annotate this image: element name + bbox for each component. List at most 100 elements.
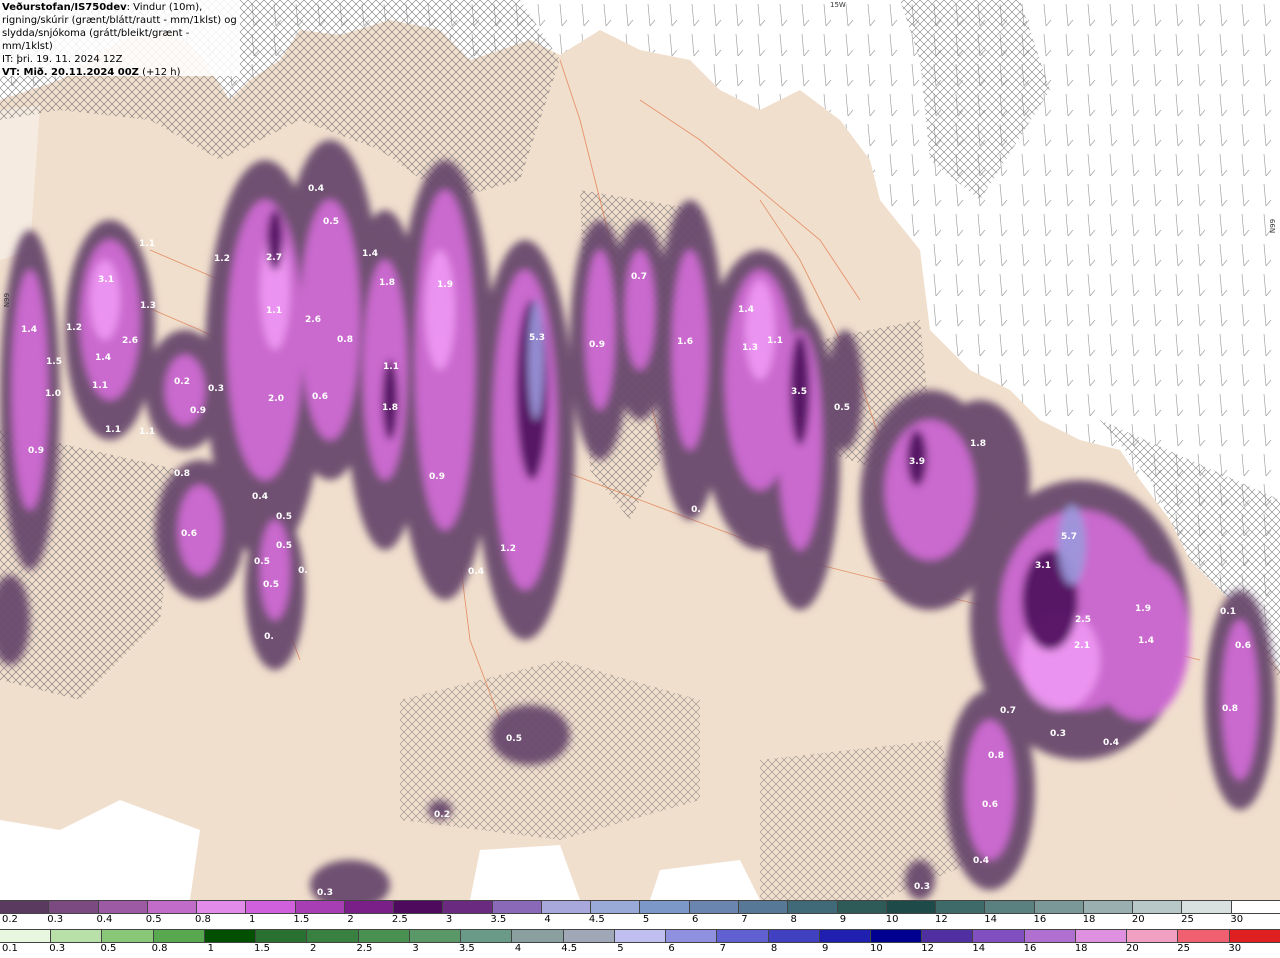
legend-tick-label: 12 bbox=[921, 943, 934, 954]
legend-tick-label: 12 bbox=[935, 914, 948, 925]
legend-swatch bbox=[102, 930, 154, 942]
precip-value-label: 1.8 bbox=[970, 439, 986, 449]
precip-value-label: 2.7 bbox=[266, 253, 282, 263]
precip-value-label: 1.2 bbox=[66, 323, 82, 333]
precip-value-label: 1.9 bbox=[437, 280, 453, 290]
map-header: Veðurstofan/IS750dev: Vindur (10m), rign… bbox=[0, 0, 240, 78]
legend-tick-label: 0.1 bbox=[2, 943, 18, 954]
legend-tick-label: 2.5 bbox=[391, 914, 408, 925]
legend-tick-label: 30 bbox=[1230, 914, 1244, 925]
precip-value-label: 1.1 bbox=[266, 306, 282, 316]
precip-value-label: 0.4 bbox=[973, 856, 989, 866]
legend-swatch bbox=[886, 901, 937, 913]
precip-value-label: 1.9 bbox=[1135, 604, 1151, 614]
precip-value-label: 0.5 bbox=[506, 734, 522, 744]
precip-value-label: 0. bbox=[264, 632, 274, 642]
legend-swatch bbox=[443, 901, 493, 913]
legend-swatch bbox=[1024, 930, 1076, 942]
precip-value-label: 1.3 bbox=[140, 301, 156, 311]
legend-tick-label: 6 bbox=[692, 914, 699, 925]
precip-value-label: 1.5 bbox=[46, 357, 62, 367]
legend-swatch bbox=[640, 901, 690, 913]
legend-rain-bar bbox=[0, 929, 1280, 943]
precip-value-label: 1.2 bbox=[96, 853, 112, 863]
legend-tick-label: 1 bbox=[248, 914, 256, 925]
legend-tick-label: 7 bbox=[719, 943, 726, 954]
legend-swatch bbox=[922, 930, 974, 942]
legend-swatch bbox=[1133, 901, 1183, 913]
legend-tick-label: 25 bbox=[1177, 943, 1190, 954]
legend-swatch bbox=[147, 901, 198, 913]
precip-value-label: 1.2 bbox=[214, 254, 230, 264]
legend-tick-label: 9 bbox=[822, 943, 829, 954]
legend-swatch bbox=[936, 901, 986, 913]
precip-value-label: 1.1 bbox=[139, 427, 155, 437]
precip-value-label: 1.1 bbox=[92, 381, 108, 391]
legend-tick-label: 20 bbox=[1126, 943, 1139, 954]
legend-swatch bbox=[614, 930, 667, 942]
legend-swatch bbox=[358, 930, 410, 942]
legend-swatch bbox=[1231, 901, 1280, 913]
legend-swatch bbox=[717, 930, 769, 942]
legend-swatch bbox=[295, 901, 345, 913]
legend-tick-label: 30 bbox=[1228, 943, 1242, 954]
legend-tick-label: 6 bbox=[668, 943, 675, 954]
legend-tick-label: 8 bbox=[770, 943, 778, 954]
legend-swatch bbox=[394, 901, 444, 913]
legend-tick-label: 3.5 bbox=[458, 943, 475, 954]
legend-swatch bbox=[666, 930, 718, 942]
precip-value-label: 0.5 bbox=[323, 217, 339, 227]
legend-tick-label: 0.4 bbox=[96, 914, 113, 925]
legend-tick-label: 16 bbox=[1033, 914, 1047, 925]
header-valid-label: VT: Mið. 20.11.2024 00Z bbox=[2, 67, 139, 78]
forecast-map: Veðurstofan/IS750dev: Vindur (10m), rign… bbox=[0, 0, 1280, 900]
precip-value-label: 5.3 bbox=[529, 333, 545, 343]
legend-tick-label: 0.3 bbox=[49, 943, 66, 954]
precip-value-label: 0. bbox=[298, 566, 308, 576]
legend-swatch bbox=[1083, 901, 1134, 913]
legend-swatch bbox=[541, 901, 592, 913]
legend-swatch bbox=[563, 930, 615, 942]
legend-swatch bbox=[49, 901, 99, 913]
precip-value-label: 0.6 bbox=[181, 529, 197, 539]
legend-tick-label: 10 bbox=[885, 914, 899, 925]
precip-value-label: 0.4 bbox=[308, 184, 324, 194]
legend-tick-label: 4.5 bbox=[588, 914, 605, 925]
legend-tick-label: 0.5 bbox=[100, 943, 117, 954]
legend-swatch bbox=[870, 930, 923, 942]
precip-value-label: 2.6 bbox=[305, 315, 321, 325]
legend-tick-label: 16 bbox=[1023, 943, 1037, 954]
precip-value-label: 0.3 bbox=[208, 384, 224, 394]
precip-value-label: 0.2 bbox=[174, 377, 190, 387]
legend-tick-label: 8 bbox=[790, 914, 797, 925]
legend-tick-label: 10 bbox=[870, 943, 883, 954]
legend-swatch bbox=[0, 930, 52, 942]
legend-tick-label: 0.2 bbox=[2, 914, 18, 925]
precip-value-label: 1.4 bbox=[1138, 636, 1154, 646]
precip-value-label: 0.9 bbox=[190, 406, 206, 416]
precip-value-label: 1.4 bbox=[21, 325, 37, 335]
legend-tick-label: 1.5 bbox=[254, 943, 270, 954]
precip-value-label: 0.5 bbox=[834, 403, 850, 413]
precip-value-label: 0.6 bbox=[312, 392, 328, 402]
precip-value-label: 0.5 bbox=[276, 512, 292, 522]
legend-swatch bbox=[409, 930, 462, 942]
edge-label-left: N99 bbox=[3, 292, 12, 308]
precip-value-label: 0.4 bbox=[252, 492, 268, 502]
legend-tick-label: 3 bbox=[412, 943, 419, 954]
precip-value-label: 3.1 bbox=[1035, 561, 1051, 571]
precip-value-label: 0.8 bbox=[174, 469, 190, 479]
precip-value-label: 3.1 bbox=[98, 275, 114, 285]
legend-swatch bbox=[256, 930, 308, 942]
precip-value-label: 0.9 bbox=[589, 340, 605, 350]
precip-value-label: 3.5 bbox=[791, 387, 807, 397]
legend-swatch bbox=[768, 930, 820, 942]
legend-tick-label: 3 bbox=[445, 914, 453, 925]
precip-value-label: 0.7 bbox=[631, 272, 647, 282]
legend-swatch bbox=[1127, 930, 1179, 942]
header-description: Veðurstofan/IS750dev: Vindur (10m), rign… bbox=[2, 1, 238, 53]
precip-value-label: 1.4 bbox=[738, 305, 754, 315]
map-canvas bbox=[0, 0, 1280, 900]
precip-value-label: 0.5 bbox=[263, 580, 279, 590]
legend-swatch bbox=[98, 901, 148, 913]
